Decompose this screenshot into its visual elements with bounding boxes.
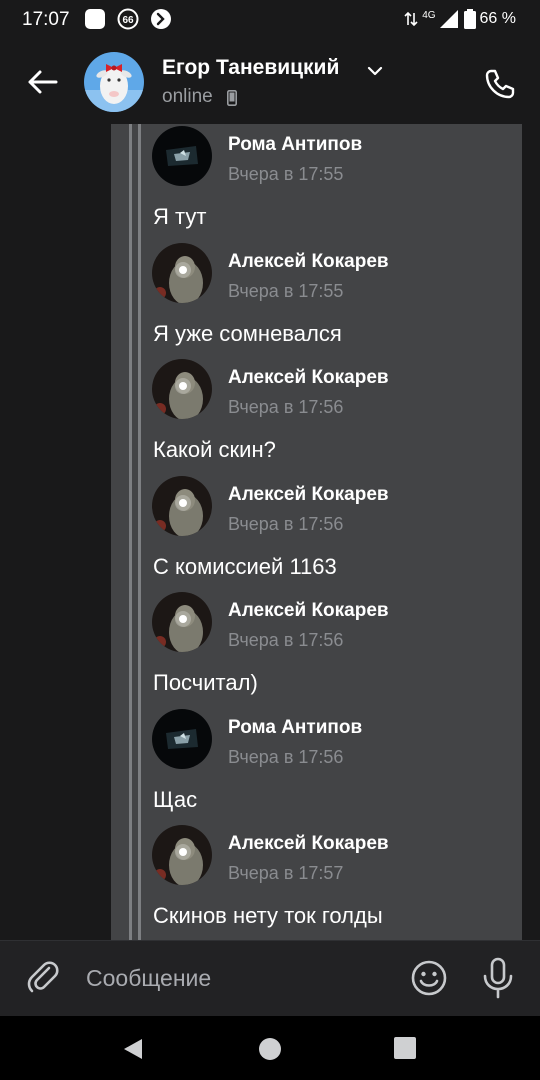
- forward-indent-bar: [138, 124, 141, 940]
- forwarded-message[interactable]: Алексей Кокарев Вчера в 17:56 Посчитал): [152, 592, 522, 708]
- message-text: С комиссией 1163: [153, 553, 337, 579]
- message-time: Вчера в 17:56: [228, 746, 344, 767]
- message-author[interactable]: Рома Антипов: [228, 717, 362, 739]
- back-arrow-icon[interactable]: [22, 62, 62, 102]
- nav-home-icon[interactable]: [258, 1037, 282, 1061]
- contact-name[interactable]: Егор Таневицкий: [162, 56, 339, 80]
- contact-avatar[interactable]: [84, 52, 144, 112]
- chevron-down-icon[interactable]: [366, 62, 384, 80]
- author-avatar[interactable]: [152, 359, 212, 419]
- forwarded-message[interactable]: Рома Антипов Вчера в 17:55 Я тут: [152, 126, 522, 242]
- message-text: Щас: [153, 786, 198, 812]
- forwarded-message[interactable]: Рома Антипов Вчера в 17:56 Щас: [152, 708, 522, 825]
- status-bar: 17:07 66 4G 66 %: [0, 0, 540, 40]
- mobile-device-icon: [227, 90, 237, 106]
- shazam-icon: [151, 9, 171, 29]
- message-text: Какой скин?: [153, 437, 276, 462]
- message-text: Я тут: [153, 204, 207, 229]
- nav-recent-apps-icon[interactable]: [394, 1037, 416, 1059]
- author-avatar[interactable]: [152, 592, 212, 652]
- message-composer: [0, 940, 540, 1017]
- author-avatar[interactable]: [152, 475, 212, 536]
- phone-icon[interactable]: [480, 64, 520, 104]
- author-avatar[interactable]: [152, 708, 212, 769]
- forwarded-message[interactable]: Алексей Кокарев Вчера в 17:56 Какой скин?: [152, 359, 522, 475]
- contact-status: online: [162, 86, 213, 107]
- battery-percent: 66 %: [479, 10, 516, 27]
- system-nav-bar: [0, 1016, 540, 1080]
- microphone-icon[interactable]: [480, 957, 516, 999]
- message-input[interactable]: [76, 955, 416, 1001]
- chat-header: Егор Таневицкий online: [0, 40, 540, 124]
- badge-notification-icon: 66: [117, 8, 139, 30]
- message-text: Посчитал): [153, 670, 258, 695]
- message-author[interactable]: Алексей Кокарев: [228, 367, 389, 389]
- signal-icon: [439, 10, 458, 28]
- message-text: Скинов нету ток голды: [153, 903, 383, 928]
- battery-icon: [463, 9, 476, 29]
- paperclip-icon[interactable]: [24, 959, 62, 997]
- nav-back-icon[interactable]: [120, 1036, 146, 1062]
- message-text: Я уже сомневался: [153, 320, 342, 346]
- message-author[interactable]: Алексей Кокарев: [228, 251, 389, 273]
- status-badge-count: 66: [122, 15, 134, 26]
- network-type: 4G: [422, 9, 436, 21]
- forwarded-message[interactable]: Алексей Кокарев Вчера в 17:55 Я уже сомнев…: [152, 242, 522, 359]
- emoji-icon[interactable]: [410, 959, 448, 997]
- message-time: Вчера в 17:55: [228, 164, 344, 184]
- author-avatar[interactable]: [152, 242, 212, 303]
- message-time: Вчера в 17:57: [228, 863, 344, 883]
- message-time: Вчера в 17:56: [228, 513, 344, 534]
- message-author[interactable]: Рома Антипов: [228, 134, 362, 156]
- status-time: 17:07: [22, 9, 70, 30]
- forwarded-message[interactable]: Алексей Кокарев Вчера в 17:57 Скинов нету …: [152, 825, 522, 940]
- chat-area[interactable]: Рома Антипов Вчера в 17:55 Я тут Алексей Ко…: [0, 124, 540, 940]
- message-time: Вчера в 17:56: [228, 630, 344, 650]
- author-avatar[interactable]: [152, 126, 212, 186]
- message-time: Вчера в 17:56: [228, 397, 344, 417]
- message-author[interactable]: Алексей Кокарев: [228, 484, 389, 506]
- forward-indent-bar: [129, 124, 132, 940]
- message-author[interactable]: Алексей Кокарев: [228, 600, 389, 622]
- data-transfer-icon: [404, 11, 418, 27]
- message-time: Вчера в 17:55: [228, 280, 344, 301]
- status-indicators: 4G 66 %: [404, 9, 516, 29]
- author-avatar[interactable]: [152, 825, 212, 885]
- message-author[interactable]: Алексей Кокарев: [228, 833, 389, 855]
- forwarded-message[interactable]: Алексей Кокарев Вчера в 17:56 С комиссией …: [152, 475, 522, 592]
- app-notification-icon: [85, 9, 105, 29]
